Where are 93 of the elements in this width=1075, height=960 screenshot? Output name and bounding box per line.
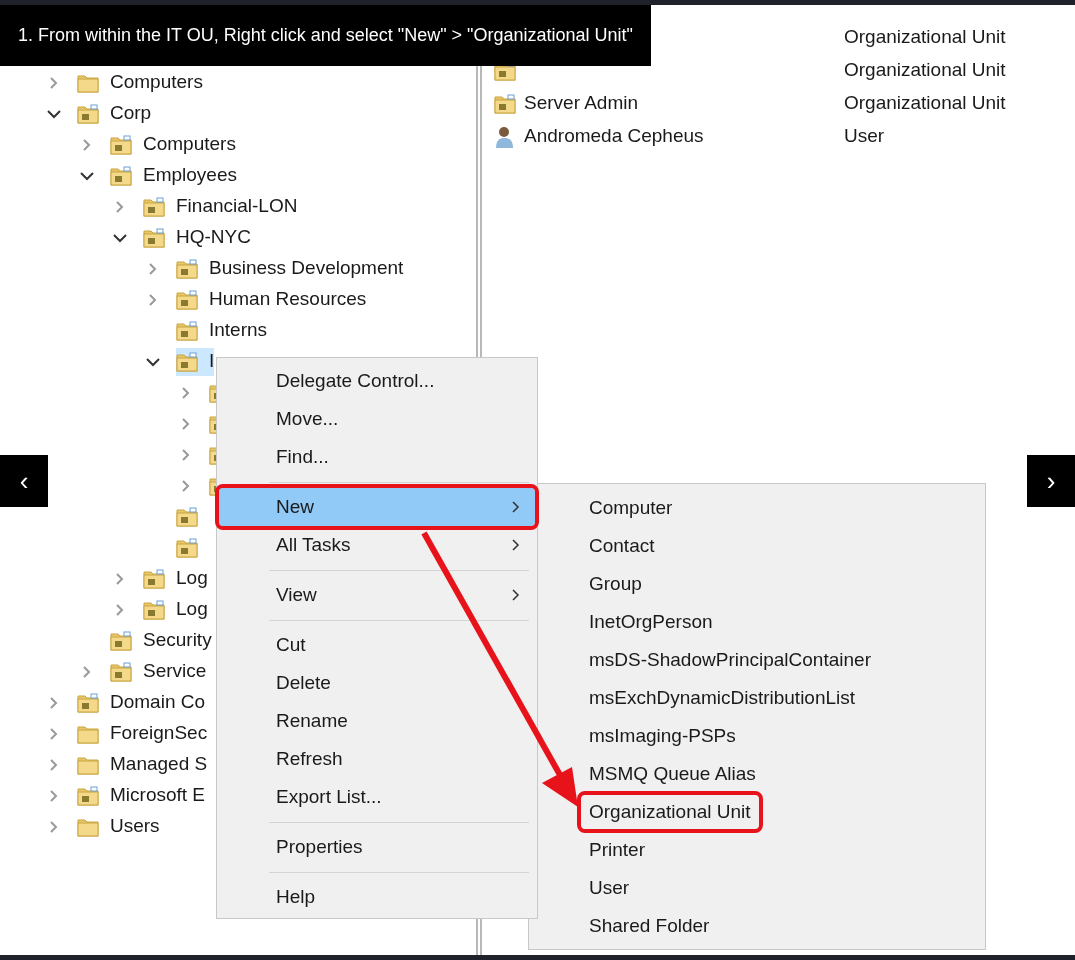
menu-item[interactable]: Rename: [219, 702, 535, 740]
tree-item[interactable]: Financial-LON: [143, 192, 298, 221]
menu-item[interactable]: Contact: [581, 528, 663, 564]
ou-folder-icon: [176, 258, 198, 279]
tree-item-label: Employees: [143, 163, 237, 188]
menu-item[interactable]: Group: [581, 566, 650, 602]
menu-item[interactable]: msImaging-PSPs: [581, 718, 744, 754]
list-item-type: Organizational Unit: [844, 91, 1006, 116]
ou-folder-icon: [110, 165, 132, 186]
ou-folder-icon: [143, 227, 165, 248]
tree-item[interactable]: Corp: [77, 99, 152, 128]
list-item-name[interactable]: Andromeda Cepheus: [524, 122, 704, 151]
tree-item-label: Human Resources: [209, 287, 367, 312]
tree-item-label: Microsoft E: [110, 783, 206, 808]
ou-folder-icon: [77, 103, 99, 124]
tree-item[interactable]: Domain Co: [77, 688, 206, 717]
menu-item[interactable]: MSMQ Queue Alias: [581, 756, 764, 792]
tree-item-label: Users: [110, 814, 160, 839]
ou-folder-icon: [176, 320, 198, 341]
menu-item[interactable]: Cut: [219, 626, 535, 664]
menu-item[interactable]: Move...: [219, 400, 535, 438]
tree-item[interactable]: Log: [143, 564, 208, 593]
menu-item[interactable]: Help: [219, 878, 535, 916]
tree-item[interactable]: Business Development: [176, 254, 404, 283]
tree-item[interactable]: Microsoft E: [77, 781, 206, 810]
tree-item[interactable]: Service: [110, 657, 207, 686]
menu-item[interactable]: User: [581, 870, 638, 906]
tree-item-label: Computers: [143, 132, 236, 157]
ou-folder-icon: [176, 506, 198, 527]
folder-icon: [77, 816, 99, 837]
menu-item[interactable]: Computer: [581, 490, 681, 526]
caption: 1. From within the IT OU, Right click and select "New" > "Organizational Unit": [0, 5, 651, 66]
menu-item[interactable]: Delegate Control...: [219, 362, 535, 400]
menu-item[interactable]: Refresh: [219, 740, 535, 778]
tree-item[interactable]: Security: [110, 626, 212, 655]
tree-item-label: Computers: [110, 70, 203, 95]
menu-item[interactable]: Export List...: [219, 778, 535, 816]
folder-icon: [77, 72, 99, 93]
ou-folder-icon: [77, 785, 99, 806]
ou-folder-icon: [143, 196, 165, 217]
ou-folder-icon: [143, 568, 165, 589]
ou-folder-icon: [176, 351, 198, 372]
tree-item[interactable]: Managed S: [77, 750, 208, 779]
ou-folder-icon: [77, 692, 99, 713]
tree-item-label: Log: [176, 566, 208, 591]
ou-folder-icon: [110, 134, 132, 155]
list-item-type: Organizational Unit: [844, 25, 1006, 50]
tree-item[interactable]: Computers: [110, 130, 236, 159]
tree-item[interactable]: Computers: [77, 68, 203, 97]
menu-item[interactable]: InetOrgPerson: [581, 604, 721, 640]
ou-folder-icon: [143, 599, 165, 620]
menu-item[interactable]: Find...: [219, 438, 535, 476]
previous-button[interactable]: ‹: [0, 455, 48, 507]
list-item-type: User: [844, 124, 885, 149]
tree-item[interactable]: Employees: [110, 161, 237, 190]
ou-folder-icon: [176, 289, 198, 310]
tree-item[interactable]: HQ-NYC: [143, 223, 251, 252]
folder-icon: [77, 754, 99, 775]
tree-item-label: I: [209, 349, 215, 374]
tree-item-label: Corp: [110, 101, 152, 126]
tree-item-label: Security: [143, 628, 212, 653]
list-item-name[interactable]: Server Admin: [524, 89, 639, 118]
tree-item-label: Service: [143, 659, 207, 684]
tree-item-label: Interns: [209, 318, 268, 343]
menu-item[interactable]: Delete: [219, 664, 535, 702]
folder-icon: [77, 723, 99, 744]
tree-item-label: HQ-NYC: [176, 225, 251, 250]
tree-item-label: Log: [176, 597, 208, 622]
tree-item-label: Domain Co: [110, 690, 206, 715]
next-button[interactable]: ›: [1027, 455, 1075, 507]
ou-folder-icon: [110, 661, 132, 682]
menu-item[interactable]: msExchDynamicDistributionList: [581, 680, 864, 716]
menu-item[interactable]: View: [219, 576, 535, 614]
menu-item[interactable]: msDS-ShadowPrincipalContainer: [581, 642, 879, 678]
ou-folder-icon: [176, 537, 198, 558]
tree-item-label: Managed S: [110, 752, 208, 777]
tree-item[interactable]: ForeignSec: [77, 719, 208, 748]
tree-item-label: ForeignSec: [110, 721, 208, 746]
menu-item[interactable]: All Tasks: [219, 526, 535, 564]
tree-item[interactable]: I: [176, 347, 215, 376]
menu-item[interactable]: Shared Folder: [581, 908, 718, 944]
menu-item[interactable]: Properties: [219, 828, 535, 866]
list-item-type: Organizational Unit: [844, 58, 1006, 83]
tree-item-label: Financial-LON: [176, 194, 298, 219]
tree-item-label: Business Development: [209, 256, 404, 281]
menu-item[interactable]: Printer: [581, 832, 653, 868]
tree-item[interactable]: Log: [143, 595, 208, 624]
ou-folder-icon: [110, 630, 132, 651]
user-icon: [494, 124, 516, 149]
tree-item[interactable]: Users: [77, 812, 160, 841]
ou-folder-icon: [494, 93, 516, 114]
tree-item[interactable]: Interns: [176, 316, 268, 345]
tree-item[interactable]: Human Resources: [176, 285, 367, 314]
